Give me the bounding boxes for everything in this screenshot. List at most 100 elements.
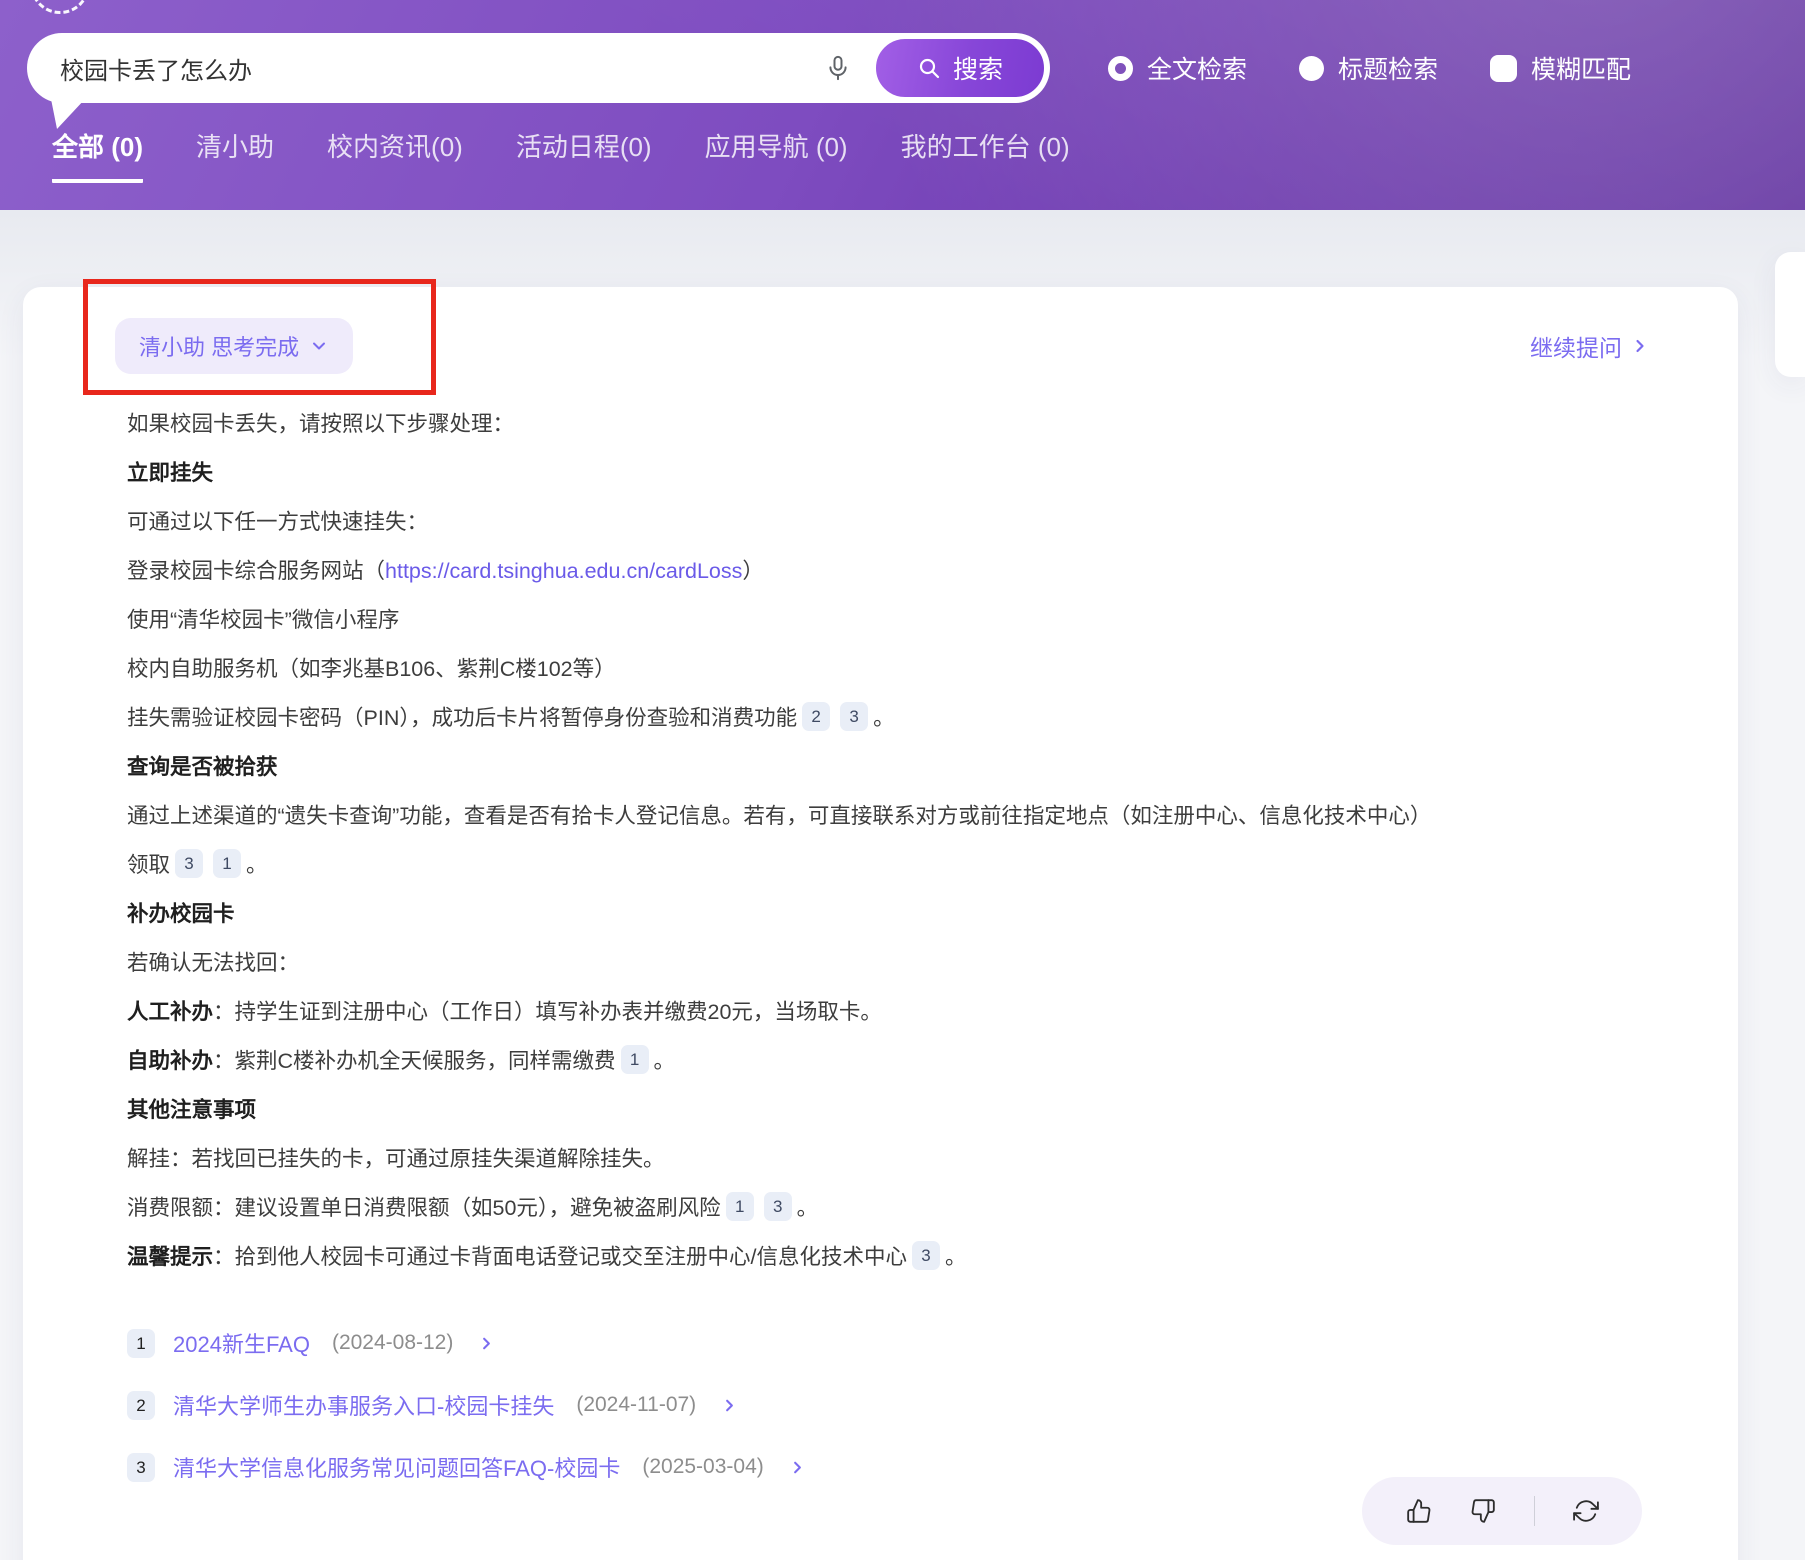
answer-line: 校内自助服务机（如李兆基B106、紫荆C楼102等） <box>127 645 1650 694</box>
continue-asking-button[interactable]: 继续提问 <box>1530 329 1650 363</box>
answer-line: 查询是否被拾获 <box>127 743 1650 792</box>
citation-badge[interactable]: 3 <box>764 1192 792 1221</box>
answer-line: 自助补办：紫荆C楼补办机全天候服务，同样需缴费1。 <box>127 1037 1650 1086</box>
assistant-status-label: 清小助 思考完成 <box>139 330 299 362</box>
answer-text: 若确认无法找回： <box>127 951 299 975</box>
answer-text: 可通过以下任一方式快速挂失： <box>127 510 428 534</box>
answer-text: 挂失需验证校园卡密码（PIN），成功后卡片将暂停身份查验和消费功能 <box>127 706 797 730</box>
answer-text: 登录校园卡综合服务网站（ <box>127 559 385 583</box>
answer-body: 如果校园卡丢失，请按照以下步骤处理： 立即挂失可通过以下任一方式快速挂失： 登录校园… <box>127 400 1650 1282</box>
chevron-right-icon <box>720 1396 739 1415</box>
search-icon <box>917 56 941 80</box>
search-header: 搜索 全文检索 标题检索 模糊匹配 全部 (0) 清小助校内资讯(0) 活动日程(0… <box>0 0 1805 210</box>
answer-text: 校内自助服务机（如李兆基B106、紫荆C楼102等） <box>127 657 616 681</box>
thumbs-up-icon[interactable] <box>1406 1498 1432 1524</box>
citation-badge[interactable]: 3 <box>175 849 203 878</box>
answer-line: 领取31。 <box>127 841 1650 890</box>
answer-bold-text: 查询是否被拾获 <box>127 755 278 779</box>
search-row: 搜索 全文检索 标题检索 模糊匹配 <box>0 0 1805 103</box>
answer-line: 可通过以下任一方式快速挂失： <box>127 498 1650 547</box>
answer-text: 使用“清华校园卡”微信小程序 <box>127 608 399 632</box>
citation-badge[interactable]: 1 <box>213 849 241 878</box>
tab-0[interactable]: 全部 (0) <box>52 127 143 183</box>
search-bar[interactable]: 搜索 <box>27 33 1050 103</box>
reference-list: 1 2024新生FAQ (2024-08-12) 2 清华大学师生办事服务入口-校园卡挂… <box>127 1312 1650 1498</box>
answer-bold-text: 温馨提示 <box>127 1245 213 1269</box>
answer-line: 立即挂失 <box>127 449 1650 498</box>
chevron-right-icon <box>788 1458 807 1477</box>
tab-3[interactable]: 活动日程(0) <box>516 127 652 183</box>
chevron-right-icon <box>477 1334 496 1353</box>
answer-text: 。 <box>654 1049 676 1073</box>
reference-item[interactable]: 2 清华大学师生办事服务入口-校园卡挂失 (2024-11-07) <box>127 1374 1650 1436</box>
actions-divider <box>1534 1496 1535 1526</box>
citation-badge[interactable]: 3 <box>840 702 868 731</box>
answer-bold-text: 人工补办 <box>127 1000 213 1024</box>
radio-selected-icon <box>1108 56 1133 81</box>
assistant-status-pill[interactable]: 清小助 思考完成 <box>115 318 353 374</box>
microphone-icon[interactable] <box>824 54 852 82</box>
answer-link[interactable]: https://card.tsinghua.edu.cn/cardLoss <box>385 559 742 583</box>
option-label: 模糊匹配 <box>1531 50 1631 86</box>
reference-link[interactable]: 清华大学师生办事服务入口-校园卡挂失 <box>173 1389 554 1421</box>
option-fuzzy-match[interactable]: 模糊匹配 <box>1490 50 1631 86</box>
reference-item[interactable]: 1 2024新生FAQ (2024-08-12) <box>127 1312 1650 1374</box>
regenerate-icon[interactable] <box>1573 1498 1599 1524</box>
search-options: 全文检索 标题检索 模糊匹配 <box>1108 50 1683 86</box>
answer-text: 。 <box>797 1196 819 1220</box>
reference-date: (2025-03-04) <box>642 1455 763 1479</box>
chevron-right-icon <box>1630 336 1650 356</box>
option-title-search[interactable]: 标题检索 <box>1299 50 1438 86</box>
answer-text: 。 <box>246 853 268 877</box>
citation-badge[interactable]: 2 <box>802 702 830 731</box>
thumbs-down-icon[interactable] <box>1470 1498 1496 1524</box>
search-button[interactable]: 搜索 <box>874 37 1046 99</box>
option-label: 全文检索 <box>1147 50 1247 86</box>
answer-line: 使用“清华校园卡”微信小程序 <box>127 596 1650 645</box>
tab-5[interactable]: 我的工作台 (0) <box>901 127 1070 183</box>
answer-text: 通过上述渠道的“遗失卡查询”功能，查看是否有拾卡人登记信息。若有，可直接联系对方… <box>127 804 1431 828</box>
tab-1[interactable]: 清小助 <box>196 127 274 183</box>
answer-line: 解挂：若找回已挂失的卡，可通过原挂失渠道解除挂失。 <box>127 1135 1650 1184</box>
next-card-peek <box>1775 252 1805 377</box>
reference-number-badge: 1 <box>127 1329 155 1358</box>
reference-date: (2024-08-12) <box>332 1331 453 1355</box>
chevron-down-icon <box>309 336 329 356</box>
answer-actions-bar <box>1362 1477 1642 1545</box>
answer-line: 登录校园卡综合服务网站（https://card.tsinghua.edu.cn… <box>127 547 1650 596</box>
answer-bold-text: 补办校园卡 <box>127 902 235 926</box>
tab-4[interactable]: 应用导航 (0) <box>705 127 848 183</box>
answer-line: 消费限额：建议设置单日消费限额（如50元），避免被盗刷风险13。 <box>127 1184 1650 1233</box>
tab-2[interactable]: 校内资讯(0) <box>327 127 463 183</box>
radio-unselected-icon <box>1299 56 1324 81</box>
answer-line: 人工补办：持学生证到注册中心（工作日）填写补办表并缴费20元，当场取卡。 <box>127 988 1650 1037</box>
checkbox-unchecked-icon <box>1490 55 1517 82</box>
result-tabs: 全部 (0) 清小助校内资讯(0) 活动日程(0) 应用导航 (0) 我的工作台 (0) <box>52 127 1805 183</box>
answer-line: 挂失需验证校园卡密码（PIN），成功后卡片将暂停身份查验和消费功能23。 <box>127 694 1650 743</box>
answer-text: 。 <box>873 706 895 730</box>
reference-link[interactable]: 清华大学信息化服务常见问题回答FAQ-校园卡 <box>173 1451 620 1483</box>
search-input[interactable] <box>60 54 824 82</box>
reference-number-badge: 2 <box>127 1391 155 1420</box>
results-area: 清小助 思考完成 继续提问 如果校园卡丢失，请按照以下步骤处理： 立即挂失可通过以… <box>0 210 1805 1560</box>
reference-number-badge: 3 <box>127 1453 155 1482</box>
assistant-answer-card: 清小助 思考完成 继续提问 如果校园卡丢失，请按照以下步骤处理： 立即挂失可通过以… <box>23 287 1738 1560</box>
option-fulltext-search[interactable]: 全文检索 <box>1108 50 1247 86</box>
answer-line: 如果校园卡丢失，请按照以下步骤处理： <box>127 400 1650 449</box>
answer-bold-text: 其他注意事项 <box>127 1098 256 1122</box>
answer-text: 领取 <box>127 853 170 877</box>
answer-text: 如果校园卡丢失，请按照以下步骤处理： <box>127 412 514 436</box>
answer-text: 。 <box>945 1245 967 1269</box>
answer-text: 解挂：若找回已挂失的卡，可通过原挂失渠道解除挂失。 <box>127 1147 665 1171</box>
citation-badge[interactable]: 1 <box>621 1045 649 1074</box>
answer-bold-text: 立即挂失 <box>127 461 213 485</box>
answer-line: 通过上述渠道的“遗失卡查询”功能，查看是否有拾卡人登记信息。若有，可直接联系对方… <box>127 792 1650 841</box>
answer-text: ：持学生证到注册中心（工作日）填写补办表并缴费20元，当场取卡。 <box>213 1000 882 1024</box>
citation-badge[interactable]: 3 <box>912 1241 940 1270</box>
reference-date: (2024-11-07) <box>576 1393 696 1417</box>
citation-badge[interactable]: 1 <box>726 1192 754 1221</box>
reference-link[interactable]: 2024新生FAQ <box>173 1327 310 1359</box>
answer-line: 补办校园卡 <box>127 890 1650 939</box>
search-button-label: 搜索 <box>953 50 1003 86</box>
answer-bold-text: 自助补办 <box>127 1049 213 1073</box>
